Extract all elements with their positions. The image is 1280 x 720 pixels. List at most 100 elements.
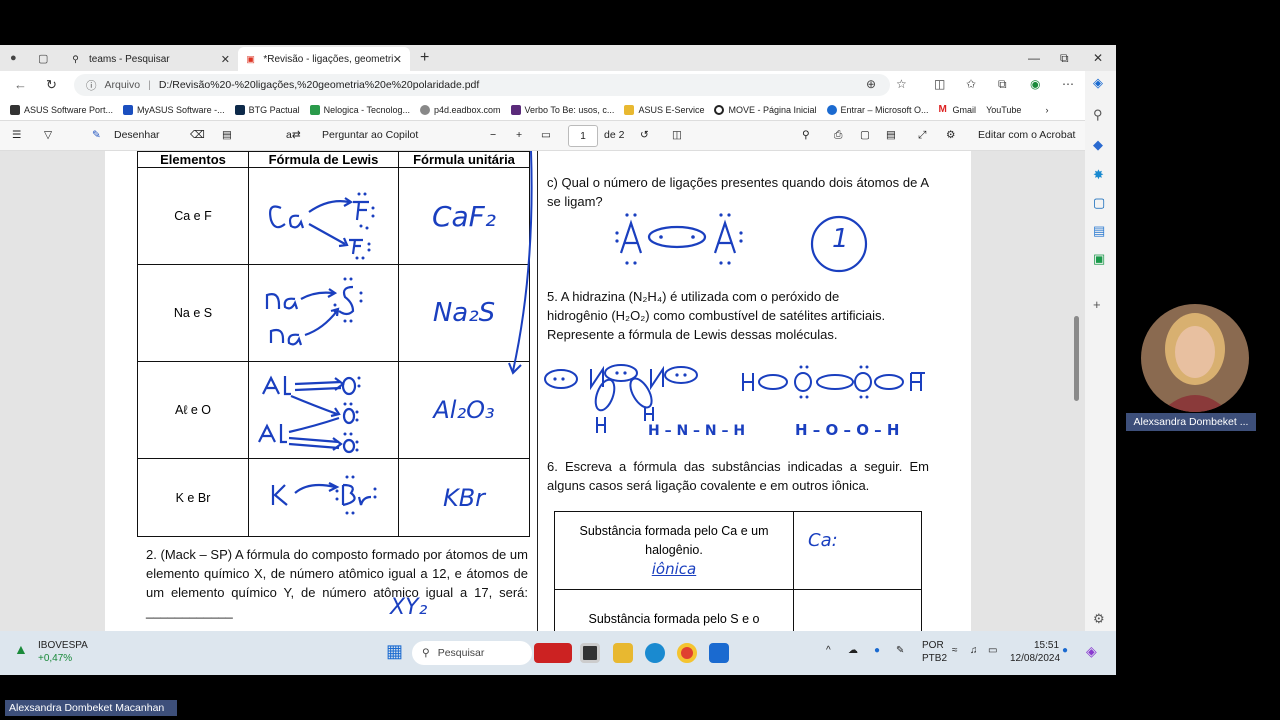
tab-label: teams - Pesquisar (89, 53, 170, 65)
address-bar[interactable]: ⓘ Arquivo | D:/Revisão%20-%20ligações,%2… (74, 74, 890, 96)
bookmark-item[interactable]: p4d.eadbox.com (420, 104, 501, 115)
save-as-icon[interactable]: ▤ (886, 129, 896, 141)
workspaces-icon[interactable]: ▢ (38, 52, 48, 65)
question-6: 6. Escreva a fórmula das substâncias ind… (547, 459, 929, 493)
zoom-out-icon[interactable]: − (490, 129, 496, 141)
element-cell: Ca e F (137, 167, 249, 265)
scrollbar-thumb[interactable] (1074, 316, 1079, 401)
participant-video[interactable] (1141, 304, 1249, 412)
battery-icon[interactable]: ▭ (988, 645, 997, 656)
read-aloud-icon[interactable]: a⇄ (286, 129, 301, 141)
bookmark-item[interactable]: Verbo To Be: usos, c... (510, 104, 614, 115)
bookmark-item[interactable]: MOVE - Página Inicial (714, 104, 817, 115)
bookmark-item[interactable]: YouTube (986, 105, 1021, 115)
fit-icon[interactable]: ▭ (541, 129, 551, 141)
add-icon[interactable]: + (1093, 297, 1101, 312)
copilot-icon[interactable]: ◈ (1093, 75, 1103, 91)
peroxide-structure: H – O – O – H (795, 421, 900, 439)
outlook-icon[interactable]: ▢ (1093, 195, 1105, 211)
page-view-icon[interactable]: ◫ (672, 129, 682, 141)
close-icon[interactable]: ✕ (221, 53, 230, 66)
pdf-viewport[interactable]: Elementos Fórmula de Lewis Fórmula unitá… (0, 151, 1085, 631)
split-screen-icon[interactable]: ◫ (934, 77, 945, 91)
clock-time[interactable]: 15:51 (1034, 640, 1059, 651)
language-primary[interactable]: POR (922, 640, 944, 651)
app-icon[interactable] (534, 643, 572, 663)
chevron-up-icon[interactable]: ^ (826, 645, 831, 656)
zoom-in-icon[interactable]: + (516, 129, 522, 141)
erase-icon[interactable]: ⌫ (190, 129, 205, 141)
chevron-right-icon[interactable]: › (1045, 105, 1048, 115)
draw-icon[interactable]: ✎ (92, 129, 101, 141)
stock-name[interactable]: IBOVESPA (38, 640, 88, 651)
microphone-icon[interactable]: ● (874, 645, 880, 656)
scrollbar[interactable] (1072, 261, 1080, 631)
edge-icon[interactable] (645, 643, 665, 663)
print-icon[interactable]: ⎙ (834, 129, 842, 142)
tab-pdf[interactable]: ▣ *Revisão - ligações, geometria e... ✕ (238, 47, 410, 71)
cloud-icon[interactable]: ☁ (848, 645, 858, 656)
zoom-icon[interactable]: ⊕ (866, 77, 876, 91)
language-secondary[interactable]: PTB2 (922, 653, 947, 664)
copilot-button[interactable]: Perguntar ao Copilot (322, 129, 418, 141)
save-icon[interactable]: ▢ (860, 129, 870, 141)
file-explorer-icon[interactable] (613, 643, 633, 663)
favorites-icon[interactable]: ✩ (966, 77, 976, 91)
table-row: K e Br KBr (137, 458, 530, 537)
settings-icon[interactable]: ⚙ (1093, 611, 1105, 627)
mail-icon[interactable] (709, 643, 729, 663)
bookmark-item[interactable]: Nelogica - Tecnolog... (309, 104, 410, 115)
close-icon[interactable]: ✕ (393, 53, 402, 66)
tab-teams[interactable]: ⚲ teams - Pesquisar ✕ (62, 47, 238, 71)
more-icon[interactable]: ⋯ (1062, 77, 1074, 91)
refresh-icon[interactable]: ↻ (46, 77, 57, 93)
bookmark-item[interactable]: BTG Pactual (234, 104, 300, 115)
text-icon[interactable]: ▤ (222, 129, 232, 141)
collections-icon[interactable]: ⧉ (998, 77, 1007, 92)
bookmark-item[interactable]: ASUS E-Service (624, 104, 704, 115)
taskbar-search[interactable]: ⚲ Pesquisar (412, 641, 532, 665)
handwriting-ink (258, 375, 361, 454)
games-icon[interactable]: ▣ (1093, 251, 1105, 267)
fullscreen-icon[interactable]: ⤢ (918, 129, 926, 142)
page-number-input[interactable]: 1 (568, 125, 598, 147)
task-view-icon[interactable] (580, 643, 600, 663)
clock-date[interactable]: 12/08/2024 (1010, 653, 1060, 664)
windows-start-icon[interactable]: ▦ (386, 641, 403, 662)
window-close-icon[interactable]: ✕ (1093, 51, 1103, 65)
contents-icon[interactable]: ☰ (12, 129, 21, 141)
bookmark-icon (10, 104, 20, 115)
minimize-icon[interactable]: — (1028, 51, 1040, 65)
search-icon[interactable]: ⚲ (1093, 107, 1103, 123)
pen-icon[interactable]: ✎ (896, 645, 904, 656)
draw-button[interactable]: Desenhar (114, 129, 160, 141)
bookmark-item[interactable]: M Gmail (939, 104, 977, 115)
shopping-icon[interactable]: ◆ (1093, 137, 1103, 153)
rotate-icon[interactable]: ↺ (640, 129, 649, 141)
translator-icon[interactable]: ▤ (1093, 223, 1105, 239)
answer-handwriting: iônica (651, 560, 697, 578)
edit-acrobat-button[interactable]: Editar com o Acrobat (978, 129, 1075, 141)
settings-icon[interactable]: ⚙ (946, 129, 955, 141)
bookmark-item[interactable]: MyASUS Software -... (123, 104, 225, 115)
stock-change: +0,47% (38, 653, 73, 664)
bookmark-item[interactable]: ASUS Software Port... (10, 104, 113, 115)
extension-icon[interactable]: ◉ (1030, 77, 1040, 91)
new-tab-icon[interactable]: + (420, 49, 429, 67)
bookmark-item[interactable]: Entrar – Microsoft O... (826, 104, 929, 115)
volume-icon[interactable]: ♫ (970, 645, 978, 656)
stock-icon[interactable]: ▲ (14, 641, 28, 657)
profile-icon[interactable]: ● (10, 52, 17, 64)
copilot-icon[interactable]: ◈ (1086, 643, 1097, 660)
address-row: ← ↻ ⓘ Arquivo | D:/Revisão%20-%20ligaçõe… (0, 71, 1116, 99)
participant-name: Alexsandra Dombeket ... (1126, 413, 1256, 431)
restore-icon[interactable]: ⧉ (1060, 51, 1069, 66)
favorite-star-icon[interactable]: ☆ (896, 77, 907, 91)
notification-icon[interactable]: ● (1062, 645, 1068, 656)
highlight-icon[interactable]: ▽ (44, 129, 52, 141)
chrome-icon[interactable] (677, 643, 697, 663)
search-icon[interactable]: ⚲ (802, 129, 810, 141)
tools-icon[interactable]: ✸ (1093, 167, 1104, 183)
back-icon[interactable]: ← (14, 77, 27, 92)
wifi-icon[interactable]: ≈ (952, 645, 958, 656)
